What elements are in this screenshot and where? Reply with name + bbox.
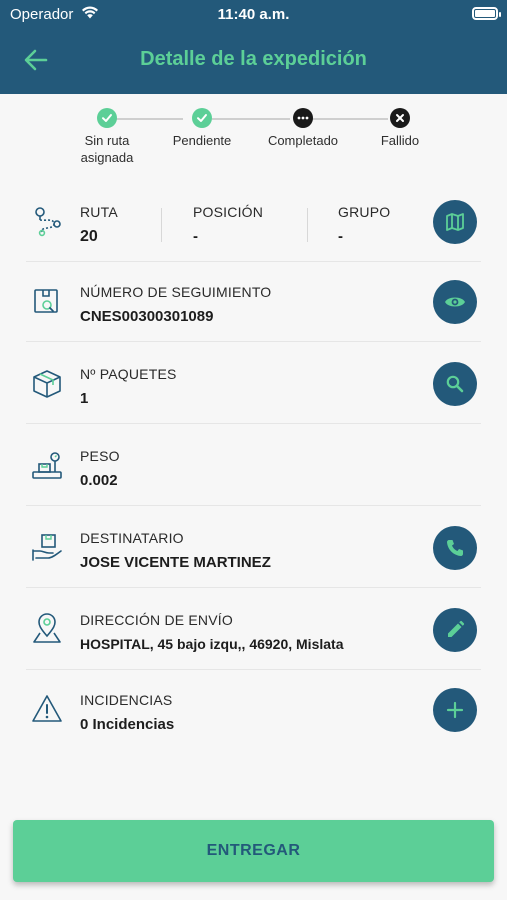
column-divider bbox=[161, 208, 162, 242]
battery-icon bbox=[472, 7, 501, 20]
address-label: DIRECCIÓN DE ENVÍO bbox=[80, 612, 233, 628]
scale-icon bbox=[32, 452, 62, 479]
route-row: RUTA 20 POSICIÓN - GRUPO - bbox=[26, 182, 481, 262]
group-label: GRUPO bbox=[338, 204, 391, 220]
step-fallido: Fallido bbox=[368, 108, 432, 149]
phone-icon bbox=[447, 540, 463, 556]
box-icon bbox=[33, 370, 61, 398]
position-value: - bbox=[193, 228, 198, 245]
address-row: DIRECCIÓN DE ENVÍO HOSPITAL, 45 bajo izq… bbox=[26, 590, 481, 670]
edit-button[interactable] bbox=[433, 608, 477, 652]
pencil-icon bbox=[448, 620, 465, 637]
route-value: 20 bbox=[80, 228, 98, 245]
tracking-row: NÚMERO DE SEGUIMIENTO CNES00300301089 bbox=[26, 262, 481, 342]
app-header: Operador 11:40 a.m. Detalle de la expedi… bbox=[0, 0, 507, 94]
incidents-value: 0 Incidencias bbox=[80, 716, 175, 733]
clock: 11:40 a.m. bbox=[217, 6, 290, 23]
weight-label: PESO bbox=[80, 448, 120, 464]
step-label: Pendiente bbox=[172, 133, 232, 148]
step-sin-ruta: Sin ruta asignada bbox=[67, 108, 147, 166]
map-button[interactable] bbox=[433, 200, 477, 244]
incidents-label: INCIDENCIAS bbox=[80, 692, 173, 708]
tracking-label: NÚMERO DE SEGUIMIENTO bbox=[80, 284, 272, 300]
step-pendiente: Pendiente bbox=[162, 108, 242, 149]
step-label: Completado bbox=[267, 133, 339, 148]
packages-label: Nº PAQUETES bbox=[80, 366, 177, 382]
check-icon bbox=[192, 108, 212, 128]
package-search-icon bbox=[34, 289, 58, 313]
step-label: Sin ruta asignada bbox=[80, 133, 134, 165]
position-label: POSICIÓN bbox=[193, 204, 264, 220]
tracking-value: CNES00300301089 bbox=[80, 308, 214, 325]
group-value: - bbox=[338, 228, 343, 245]
status-stepper: Sin ruta asignada Pendiente Completado Fa… bbox=[0, 108, 507, 170]
step-completado: Completado bbox=[256, 108, 350, 149]
location-pin-icon bbox=[33, 613, 61, 643]
call-button[interactable] bbox=[433, 526, 477, 570]
view-button[interactable] bbox=[433, 280, 477, 324]
plus-icon bbox=[446, 701, 464, 719]
more-dots-icon bbox=[293, 108, 313, 128]
search-icon bbox=[446, 375, 464, 393]
column-divider bbox=[307, 208, 308, 242]
weight-value: 0.002 bbox=[80, 472, 118, 489]
packages-row: Nº PAQUETES 1 bbox=[26, 344, 481, 424]
route-icon bbox=[35, 207, 61, 237]
page-title: Detalle de la expedición bbox=[140, 48, 367, 70]
search-button[interactable] bbox=[433, 362, 477, 406]
packages-value: 1 bbox=[80, 390, 89, 407]
deliver-button[interactable]: ENTREGAR bbox=[13, 820, 494, 882]
warning-icon bbox=[32, 695, 62, 722]
recipient-value: JOSE VICENTE MARTINEZ bbox=[80, 554, 271, 571]
step-label: Fallido bbox=[380, 133, 420, 148]
eye-icon bbox=[445, 297, 465, 307]
address-value: HOSPITAL, 45 bajo izqu,, 46920, Mislata bbox=[80, 636, 344, 652]
incidents-row: INCIDENCIAS 0 Incidencias bbox=[26, 670, 481, 750]
hand-package-icon bbox=[32, 534, 62, 561]
recipient-row: DESTINATARIO JOSE VICENTE MARTINEZ bbox=[26, 508, 481, 588]
route-label: RUTA bbox=[80, 204, 118, 220]
check-icon bbox=[97, 108, 117, 128]
map-icon bbox=[446, 213, 464, 231]
close-icon bbox=[390, 108, 410, 128]
status-bar: Operador 11:40 a.m. bbox=[0, 0, 507, 28]
weight-row: PESO 0.002 bbox=[26, 426, 481, 506]
recipient-label: DESTINATARIO bbox=[80, 530, 184, 546]
add-incident-button[interactable] bbox=[433, 688, 477, 732]
